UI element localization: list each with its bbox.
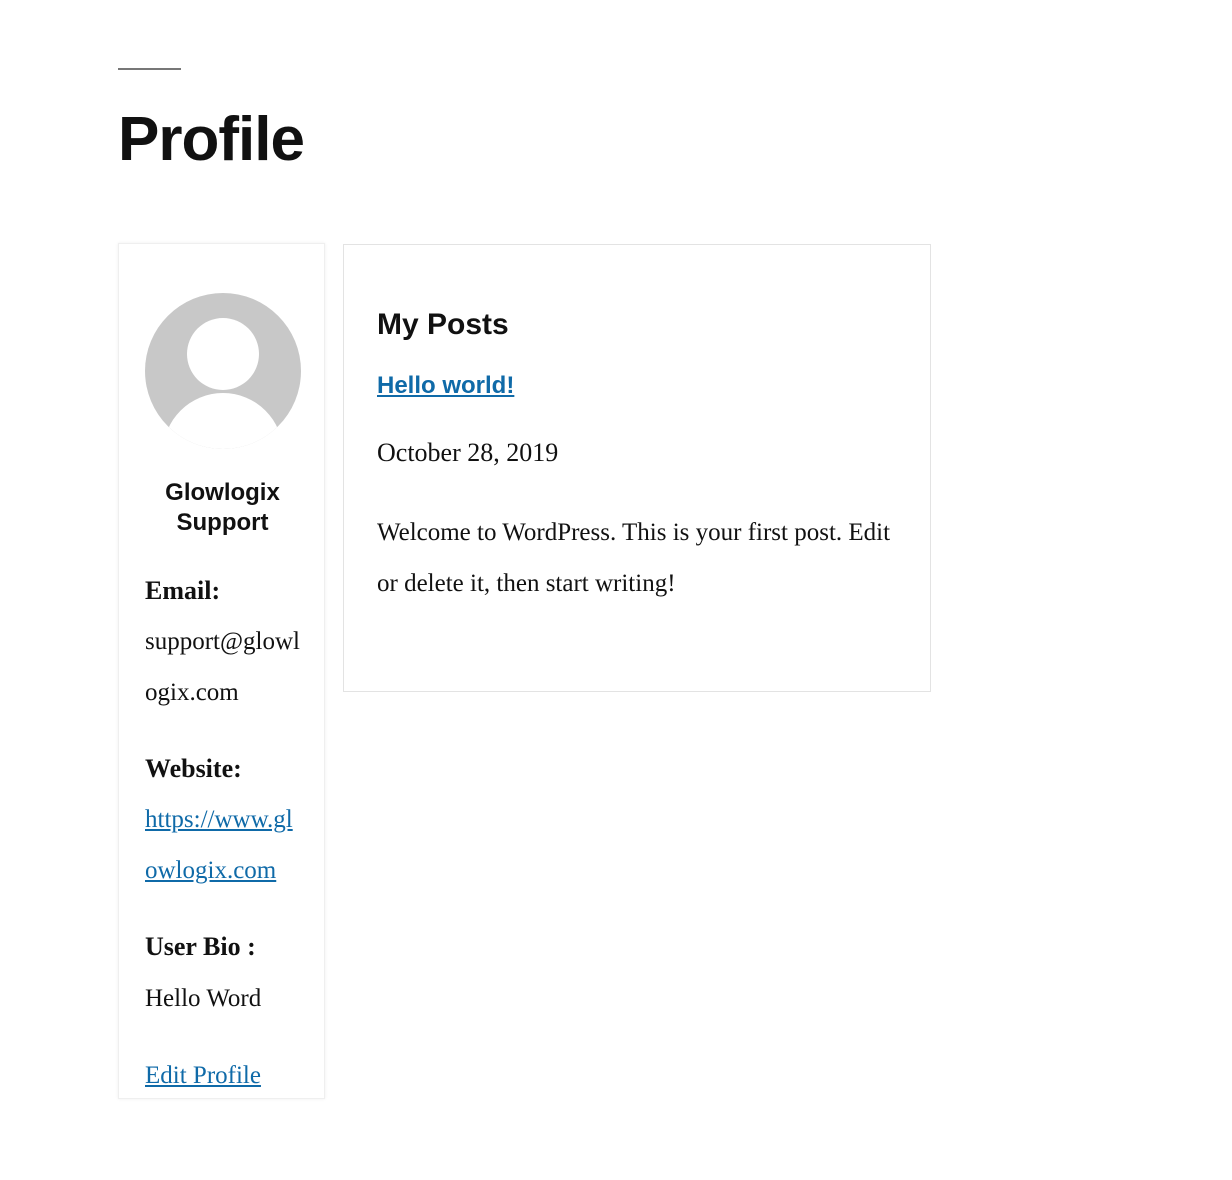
profile-card: Glowlogix Support Email: support@glowlog… bbox=[118, 243, 325, 1099]
email-label: Email: bbox=[145, 576, 221, 605]
avatar-head-shape bbox=[187, 318, 259, 390]
title-divider bbox=[118, 68, 181, 70]
website-label: Website: bbox=[145, 754, 242, 783]
post-date: October 28, 2019 bbox=[377, 438, 559, 467]
bio-value: Hello Word bbox=[145, 985, 262, 1012]
page-title: Profile bbox=[118, 105, 305, 174]
bio-label: User Bio : bbox=[145, 932, 256, 961]
profile-name: Glowlogix Support bbox=[165, 479, 280, 536]
avatar-body-shape bbox=[163, 393, 283, 449]
user-avatar-icon bbox=[145, 293, 301, 449]
email-value: support@glowlogix.com bbox=[145, 628, 300, 706]
posts-card: My Posts Hello world! October 28, 2019 W… bbox=[343, 244, 931, 692]
post-title-link[interactable]: Hello world! bbox=[377, 370, 514, 402]
website-link[interactable]: https://www.glowlogix.com bbox=[145, 794, 301, 896]
edit-profile-link[interactable]: Edit Profile bbox=[145, 1050, 301, 1101]
post-excerpt: Welcome to WordPress. This is your first… bbox=[377, 519, 891, 597]
posts-heading: My Posts bbox=[377, 308, 509, 341]
